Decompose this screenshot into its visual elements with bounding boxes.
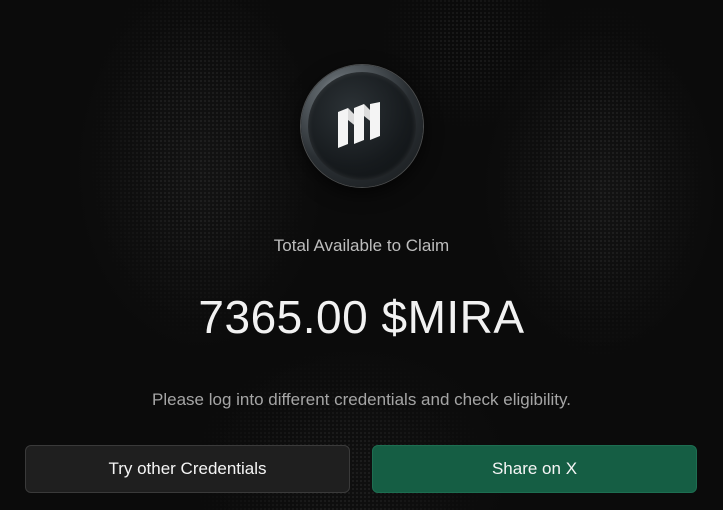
claim-amount: 7365.00 $MIRA	[198, 291, 525, 343]
mira-logo-icon	[338, 102, 380, 148]
try-other-credentials-label: Try other Credentials	[108, 459, 267, 478]
try-other-credentials-button[interactable]: Try other Credentials	[25, 445, 350, 493]
token-logo-inner	[308, 72, 416, 180]
token-logo	[301, 65, 423, 187]
claim-label: Total Available to Claim	[273, 236, 450, 255]
share-on-x-button[interactable]: Share on X	[372, 445, 697, 493]
claim-screen: Total Available to Claim 7365.00 $MIRA P…	[0, 0, 723, 510]
eligibility-note: Please log into different credentials an…	[152, 390, 571, 409]
share-on-x-label: Share on X	[491, 459, 578, 478]
